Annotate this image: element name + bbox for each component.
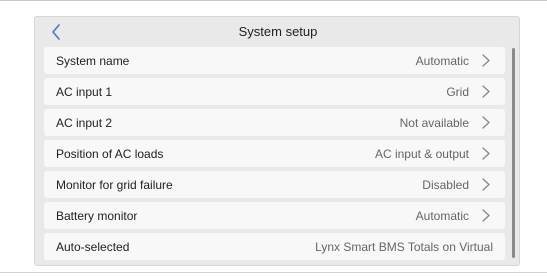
setting-label: Auto-selected: [56, 239, 130, 254]
setting-label: System name: [56, 53, 130, 68]
chevron-right-icon: [479, 85, 493, 98]
bottom-divider: [0, 272, 547, 273]
chevron-right-icon: [479, 54, 493, 67]
chevron-right-icon: [479, 147, 493, 160]
setting-value: Disabled: [422, 177, 469, 192]
setting-value: AC input & output: [374, 146, 469, 161]
setting-value: Grid: [446, 84, 469, 99]
header-bar: System setup: [35, 17, 519, 47]
page-title: System setup: [238, 24, 318, 39]
setting-row-ac-input-1[interactable]: AC input 1 Grid: [44, 78, 505, 105]
setting-value: Automatic: [415, 53, 469, 68]
setting-row-position-of-ac-loads[interactable]: Position of AC loads AC input & output: [44, 140, 505, 167]
back-button[interactable]: [45, 21, 67, 43]
setting-label: Battery monitor: [56, 208, 138, 223]
setting-value: Lynx Smart BMS Totals on Virtual: [315, 239, 493, 254]
chevron-right-icon: [479, 209, 493, 222]
chevron-right-icon: [479, 116, 493, 129]
top-divider: [0, 0, 547, 1]
setting-label: AC input 2: [56, 115, 113, 130]
setting-label: Position of AC loads: [56, 146, 164, 161]
setting-row-battery-monitor[interactable]: Battery monitor Automatic: [44, 202, 505, 229]
setting-value: Not available: [399, 115, 469, 130]
setting-value: Automatic: [415, 208, 469, 223]
setting-row-ac-input-2[interactable]: AC input 2 Not available: [44, 109, 505, 136]
setting-label: Monitor for grid failure: [56, 177, 173, 192]
chevron-right-icon: [479, 178, 493, 191]
scrollbar[interactable]: [512, 48, 515, 258]
system-setup-screen: System setup System name Automatic AC in…: [34, 16, 520, 266]
setting-row-monitor-grid-failure[interactable]: Monitor for grid failure Disabled: [44, 171, 505, 198]
settings-list: System name Automatic AC input 1 Grid AC…: [44, 47, 505, 264]
setting-label: AC input 1: [56, 84, 113, 99]
setting-row-system-name[interactable]: System name Automatic: [44, 47, 505, 74]
setting-row-auto-selected: Auto-selected Lynx Smart BMS Totals on V…: [44, 233, 505, 260]
chevron-left-icon: [52, 24, 60, 40]
